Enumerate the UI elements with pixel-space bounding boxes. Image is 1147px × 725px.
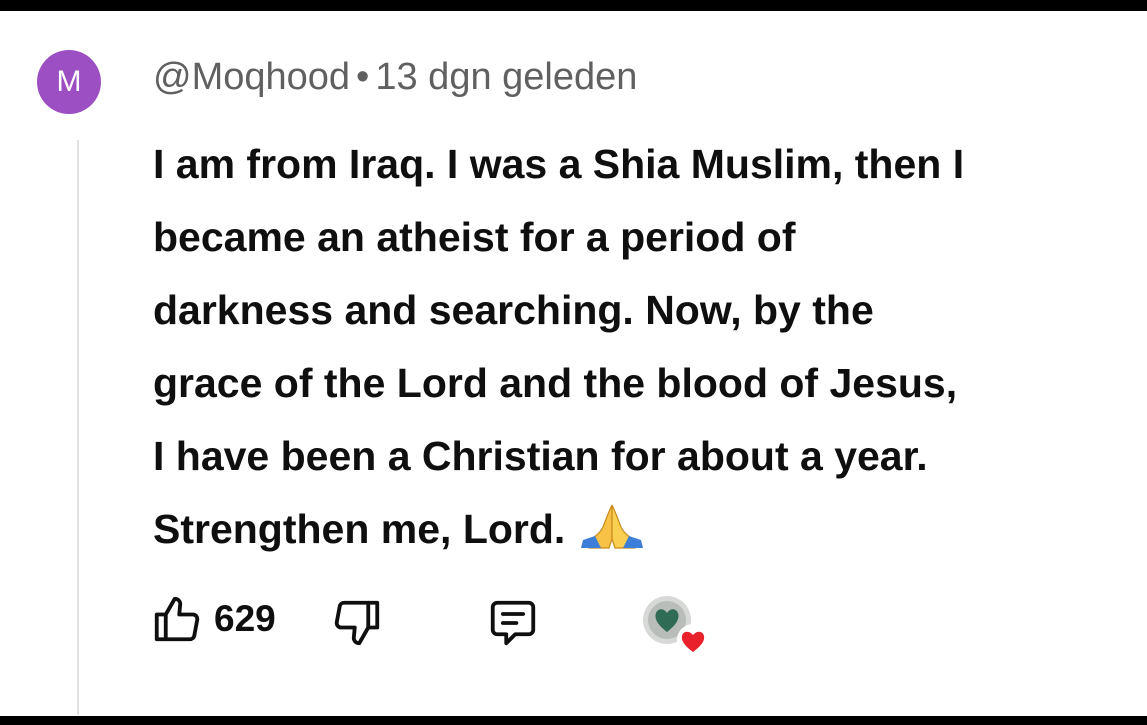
author-handle[interactable]: @Moqhood xyxy=(153,56,350,98)
creator-heart-icon xyxy=(643,596,709,656)
like-button[interactable]: 629 xyxy=(150,592,276,646)
reply-button[interactable] xyxy=(485,596,541,650)
comment-icon xyxy=(490,600,536,646)
like-count: 629 xyxy=(214,598,276,639)
comment-time[interactable]: 13 dgn geleden xyxy=(375,56,637,98)
top-border xyxy=(0,0,1147,11)
creator-heart xyxy=(641,594,713,660)
meta-separator: • xyxy=(356,56,370,98)
comment-body: I am from Iraq. I was a Shia Muslim, the… xyxy=(153,141,965,552)
dislike-button[interactable] xyxy=(330,596,384,650)
thumbs-down-icon xyxy=(334,600,380,646)
thread-line xyxy=(77,140,79,715)
avatar[interactable]: M xyxy=(37,50,101,114)
thumbs-up-icon xyxy=(154,596,200,642)
bottom-border xyxy=(0,716,1147,725)
comment-text: I am from Iraq. I was a Shia Muslim, the… xyxy=(153,128,1143,566)
avatar-letter: M xyxy=(56,65,82,98)
folded-hands-icon xyxy=(581,504,644,549)
comment-meta: @Moqhood • 13 dgn geleden xyxy=(153,56,637,99)
